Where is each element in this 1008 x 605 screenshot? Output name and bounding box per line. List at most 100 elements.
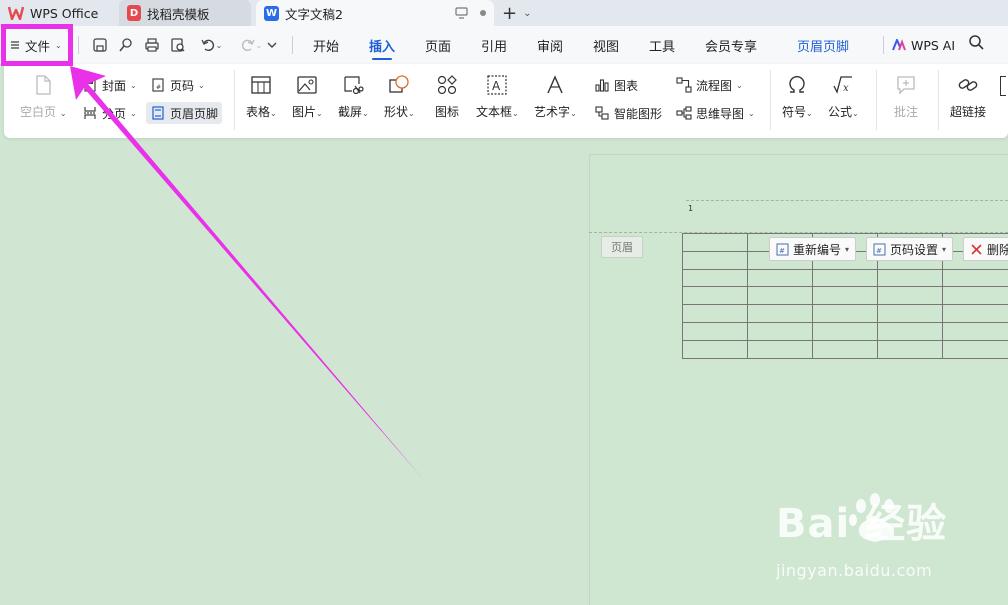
svg-text:#: #	[156, 84, 161, 91]
page-setup-button[interactable]: # 页码设置 ▾	[866, 237, 954, 261]
svg-text:#: #	[876, 247, 882, 255]
undo-button[interactable]: ⌄	[196, 34, 226, 56]
window-tab-bar: WPS Office D 找稻壳模板 W 文字文稿2 + ⌄	[0, 0, 1008, 26]
tab-wps-office[interactable]: WPS Office	[0, 0, 114, 26]
renumber-button[interactable]: # 重新编号 ▾	[769, 237, 857, 261]
table-row	[681, 339, 1008, 359]
formula-button[interactable]: x 公式⌄	[828, 74, 859, 120]
symbol-label: 符号	[782, 105, 807, 119]
tab-tools-label: 工具	[649, 39, 676, 55]
page-setup-icon: #	[873, 243, 886, 255]
table-button[interactable]: 表格⌄	[246, 74, 277, 120]
tab-home-label: 开始	[313, 39, 340, 55]
header-footer-label: 页眉页脚	[170, 106, 219, 121]
symbol-button[interactable]: 符号⌄	[782, 74, 813, 120]
tab-insert[interactable]: 插入	[369, 26, 395, 64]
wordart-button[interactable]: 艺术字⌄	[534, 74, 577, 120]
print-preview-icon	[171, 38, 185, 52]
picture-icon	[297, 76, 318, 94]
screenshot-button[interactable]: 截屏⌄	[338, 74, 369, 120]
header-footer-icon	[152, 106, 164, 120]
tab-home[interactable]: 开始	[313, 26, 339, 64]
tab-review[interactable]: 审阅	[537, 26, 563, 64]
printer-icon	[145, 38, 159, 52]
flowchart-button[interactable]: 流程图 ⌄	[672, 74, 747, 96]
tab-tools[interactable]: 工具	[649, 26, 675, 64]
close-icon	[971, 243, 982, 255]
blank-page-label: 空白页	[20, 105, 57, 119]
page-number-button[interactable]: # 页码 ⌄	[146, 74, 209, 96]
link-icon	[958, 79, 978, 91]
chart-button[interactable]: 图表	[590, 74, 642, 96]
brush-icon	[119, 38, 132, 52]
page-break-button[interactable]: 分页 ⌄	[78, 102, 141, 124]
mindmap-button[interactable]: 思维导图 ⌄	[672, 102, 759, 124]
table-row	[681, 304, 1008, 323]
tab-document[interactable]: W 文字文稿2	[256, 0, 494, 26]
table-row	[681, 286, 1008, 306]
tab-references[interactable]: 引用	[481, 26, 507, 64]
save-button[interactable]	[90, 34, 110, 56]
table-row	[681, 321, 1008, 341]
chevron-down-icon[interactable]: ⌄	[523, 8, 531, 19]
tab-page-label: 页面	[425, 39, 452, 55]
search-button[interactable]	[968, 34, 984, 53]
hyperlink-button[interactable]: 超链接	[950, 74, 986, 120]
smart-graphic-icon	[595, 106, 609, 120]
chart-label: 图表	[614, 78, 639, 93]
insert-ribbon: 空白页 ⌄ 封面 ⌄ 分页 ⌄ # 页码 ⌄ 页眉页脚 表格⌄ 图片⌄ 截屏⌄ 形状⌄…	[4, 64, 1008, 138]
monitor-icon[interactable]	[455, 7, 468, 19]
flowchart-label: 流程图	[696, 78, 733, 93]
svg-text:x: x	[843, 83, 849, 94]
omega-icon	[789, 75, 806, 93]
tab-view[interactable]: 视图	[593, 26, 619, 64]
smart-graphic-label: 智能图形	[614, 106, 663, 121]
bar-chart-icon	[595, 79, 609, 92]
page-setup-label: 页码设置	[890, 242, 939, 257]
smart-graphic-button[interactable]: 智能图形	[590, 102, 666, 124]
tab-label: WPS Office	[30, 5, 99, 21]
icon-label: 图标	[435, 105, 460, 119]
renumber-icon: #	[776, 243, 789, 255]
chevron-down-icon: ⌄	[215, 40, 223, 50]
shape-label: 形状	[384, 105, 409, 119]
delete-label: 删除	[987, 242, 1008, 257]
unsaved-dot-icon[interactable]	[480, 10, 486, 16]
picture-button[interactable]: 图片⌄	[292, 74, 323, 120]
tab-header-footer[interactable]: 页眉页脚	[797, 26, 849, 64]
header-footer-button[interactable]: 页眉页脚	[146, 102, 223, 124]
wps-ai-button[interactable]: WPS AI	[892, 34, 955, 56]
comment-button[interactable]: 批注	[894, 74, 918, 120]
shape-button[interactable]: 形状⌄	[384, 74, 415, 120]
formula-label: 公式	[828, 105, 853, 119]
mindmap-icon	[676, 106, 692, 120]
cover-icon	[84, 78, 96, 92]
renumber-label: 重新编号	[793, 242, 842, 257]
tab-label: 文字文稿2	[285, 6, 343, 22]
tab-docer-templates[interactable]: D 找稻壳模板	[119, 0, 251, 26]
page-break-icon	[84, 107, 96, 119]
save-icon	[93, 38, 107, 52]
tab-references-label: 引用	[481, 39, 508, 55]
textbox-button[interactable]: A 文本框⌄	[476, 74, 519, 120]
undo-icon	[201, 39, 214, 52]
blank-page-button[interactable]: 空白页 ⌄	[20, 74, 67, 120]
tab-page[interactable]: 页面	[425, 26, 451, 64]
format-painter-button[interactable]	[116, 34, 136, 56]
formula-icon: x	[833, 76, 853, 94]
tab-insert-label: 插入	[369, 39, 396, 55]
delete-page-number-button[interactable]: 删除	[963, 237, 1008, 261]
tab-member-label: 会员专享	[705, 39, 758, 55]
textbox-label: 文本框	[476, 105, 513, 119]
new-tab-button[interactable]: + ⌄	[502, 2, 531, 24]
quick-access-more-button[interactable]	[262, 34, 282, 56]
tab-member[interactable]: 会员专享	[705, 26, 757, 64]
comment-icon	[897, 76, 915, 95]
print-preview-button[interactable]	[168, 34, 188, 56]
tab-header-footer-label: 页眉页脚	[797, 39, 850, 55]
print-button[interactable]	[142, 34, 162, 56]
icon-button[interactable]: 图标	[435, 74, 459, 120]
screenshot-label: 截屏	[338, 105, 363, 119]
chevron-down-icon	[267, 42, 277, 48]
cover-button[interactable]: 封面 ⌄	[78, 74, 141, 96]
